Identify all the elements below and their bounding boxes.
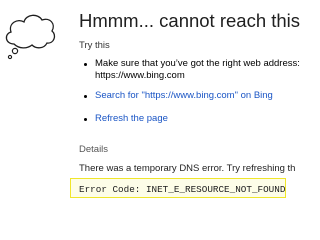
page-title: Hmmm... cannot reach this page bbox=[79, 10, 300, 31]
error-page: Hmmm... cannot reach this page Try this … bbox=[0, 0, 300, 210]
thought-cloud-icon bbox=[5, 14, 56, 60]
error-code: Error Code: INET_E_RESOURCE_NOT_FOUND bbox=[79, 184, 286, 195]
suggestion-address: https://www.bing.com bbox=[95, 70, 185, 81]
search-on-bing-link[interactable]: Search for "https://www.bing.com" on Bin… bbox=[95, 90, 273, 102]
refresh-page-link[interactable]: Refresh the page bbox=[95, 113, 168, 125]
details-label[interactable]: Details bbox=[79, 144, 108, 155]
try-this-label: Try this bbox=[79, 40, 110, 51]
details-text: There was a temporary DNS error. Try ref… bbox=[79, 163, 296, 174]
suggestion-text: Make sure that you’ve got the right web … bbox=[95, 58, 300, 69]
